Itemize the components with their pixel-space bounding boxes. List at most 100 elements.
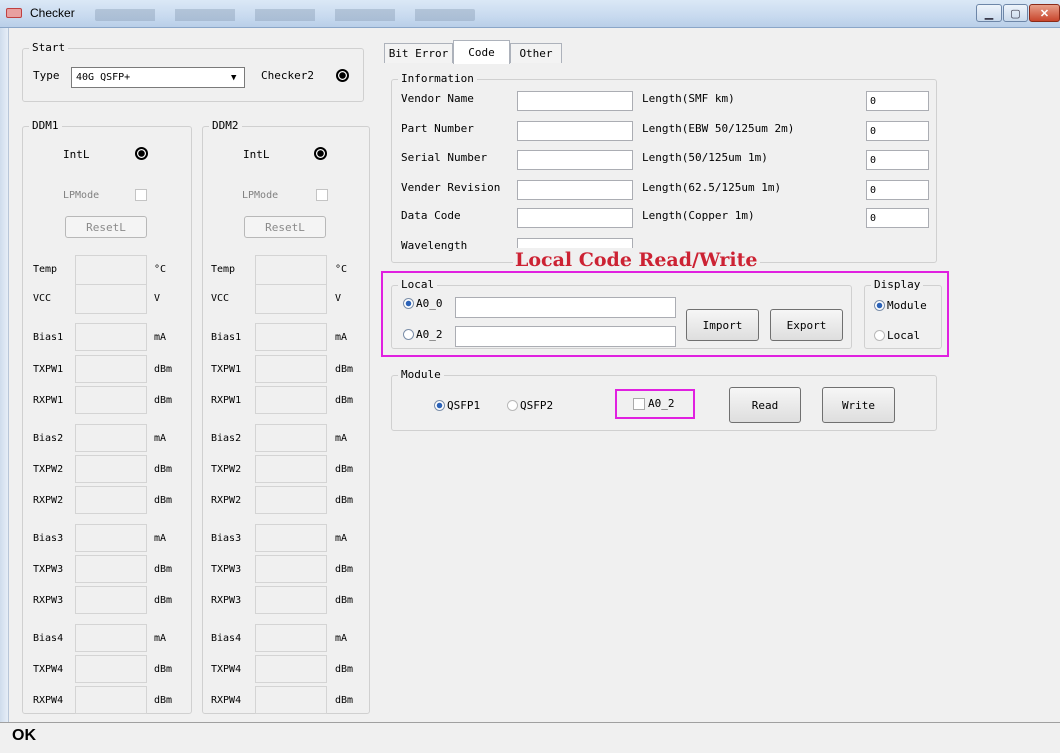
information-legend: Information: [398, 72, 477, 86]
maximize-icon: ▢: [1010, 7, 1021, 20]
ddm1-rxpw1-label: RXPW1: [33, 395, 64, 406]
close-button[interactable]: ✕: [1029, 4, 1060, 22]
write-button[interactable]: Write: [822, 387, 895, 423]
ddm1-resetl-button[interactable]: ResetL: [65, 216, 147, 238]
a0-0-radio[interactable]: [403, 298, 414, 309]
length-label-3: Length(50/125um 1m): [642, 151, 768, 164]
ddm2-resetl-button[interactable]: ResetL: [244, 216, 326, 238]
ddm1-txpw2-field: [75, 455, 147, 483]
ddm1-rxpw1-field: [75, 386, 147, 414]
qsfp1-radio[interactable]: [434, 400, 445, 411]
ddm2-rxpw2-label: RXPW2: [211, 495, 242, 506]
ddm2-bias2-unit: mA: [335, 433, 348, 444]
part-number-input[interactable]: [517, 121, 633, 141]
ddm1-txpw1-field: [75, 355, 147, 383]
ddm2-txpw3-unit: dBm: [335, 564, 354, 575]
ddm2-vcc-field: [255, 284, 327, 314]
ddm2-bias3-unit: mA: [335, 533, 348, 544]
ddm1-txpw1-label: TXPW1: [33, 364, 64, 375]
ddm1-temp-label: Temp: [33, 264, 58, 275]
read-button[interactable]: Read: [729, 387, 801, 423]
type-select[interactable]: 40G QSFP+ ▼: [71, 67, 245, 88]
ddm2-bias4-unit: mA: [335, 633, 348, 644]
ddm1-rxpw4-label: RXPW4: [33, 695, 64, 706]
length-input-3[interactable]: 0: [866, 150, 929, 170]
import-button[interactable]: Import: [686, 309, 759, 341]
ddm2-bias2-field: [255, 424, 327, 452]
qsfp2-radio[interactable]: [507, 400, 518, 411]
ddm1-temp-field: [75, 255, 147, 285]
vendor-name-input[interactable]: [517, 91, 633, 111]
a0-2-radio[interactable]: [403, 329, 414, 340]
ddm1-bias1-label: Bias1: [33, 332, 64, 343]
status-bar: [0, 722, 1060, 753]
ddm1-vcc-field: [75, 284, 147, 314]
ddm1-rxpw4-unit: dBm: [154, 695, 173, 706]
part-number-label: Part Number: [401, 122, 474, 135]
vender-revision-label: Vender Revision: [401, 181, 501, 194]
length-value-3: 0: [870, 155, 877, 166]
vendor-name-label: Vendor Name: [401, 92, 474, 105]
module-a0-2-checkbox[interactable]: [633, 398, 645, 410]
ddm2-bias2-label: Bias2: [211, 433, 242, 444]
module-legend: Module: [398, 368, 444, 382]
ddm2-rxpw4-unit: dBm: [335, 695, 354, 706]
ddm1-rxpw3-field: [75, 586, 147, 614]
checker2-indicator: [336, 69, 349, 82]
data-code-label: Data Code: [401, 209, 461, 222]
ddm1-txpw1-unit: dBm: [154, 364, 173, 375]
ddm2-txpw2-field: [255, 455, 327, 483]
ddm1-bias3-label: Bias3: [33, 533, 64, 544]
tab-code[interactable]: Code: [453, 40, 510, 64]
type-select-value: 40G QSFP+: [76, 72, 131, 83]
module-a0-2-label: A0_2: [648, 397, 675, 410]
ddm2-rxpw1-label: RXPW1: [211, 395, 242, 406]
length-label-2: Length(EBW 50/125um 2m): [642, 122, 795, 135]
chevron-down-icon: ▼: [231, 73, 237, 83]
a0-0-path-input[interactable]: [455, 297, 676, 318]
qsfp2-label: QSFP2: [520, 399, 554, 412]
length-input-5[interactable]: 0: [866, 208, 929, 228]
display-module-radio[interactable]: [874, 300, 885, 311]
annotation-title: Local Code Read/Write: [513, 248, 760, 272]
ddm1-txpw3-unit: dBm: [154, 564, 173, 575]
background-taskbar-ghost: [95, 9, 475, 21]
ddm1-txpw3-field: [75, 555, 147, 583]
length-input-1[interactable]: 0: [866, 91, 929, 111]
tab-other[interactable]: Other: [510, 43, 562, 63]
ddm1-lpmode-checkbox[interactable]: [135, 189, 147, 201]
data-code-input[interactable]: [517, 208, 633, 228]
length-input-4[interactable]: 0: [866, 180, 929, 200]
ddm1-bias3-unit: mA: [154, 533, 167, 544]
ddm2-txpw3-label: TXPW3: [211, 564, 242, 575]
minimize-button[interactable]: ▁: [976, 4, 1002, 22]
ddm1-bias4-unit: mA: [154, 633, 167, 644]
serial-number-label: Serial Number: [401, 151, 488, 164]
length-label-1: Length(SMF km): [642, 92, 735, 105]
information-group: Information: [391, 72, 937, 263]
ddm2-txpw1-unit: dBm: [335, 364, 354, 375]
window-left-edge: [0, 28, 9, 722]
ddm1-vcc-label: VCC: [33, 293, 52, 304]
ddm2-lpmode-checkbox[interactable]: [316, 189, 328, 201]
tab-bit-error[interactable]: Bit Error: [384, 43, 453, 63]
maximize-button[interactable]: ▢: [1003, 4, 1028, 22]
ddm1-rxpw4-field: [75, 686, 147, 714]
ddm1-rxpw3-label: RXPW3: [33, 595, 64, 606]
ddm1-rxpw3-unit: dBm: [154, 595, 173, 606]
ddm1-bias3-field: [75, 524, 147, 552]
a0-2-path-input[interactable]: [455, 326, 676, 347]
vender-revision-input[interactable]: [517, 180, 633, 200]
ddm2-txpw4-field: [255, 655, 327, 683]
ddm1-bias2-unit: mA: [154, 433, 167, 444]
display-local-radio[interactable]: [874, 330, 885, 341]
ddm2-bias4-label: Bias4: [211, 633, 242, 644]
serial-number-input[interactable]: [517, 150, 633, 170]
length-input-2[interactable]: 0: [866, 121, 929, 141]
length-value-5: 0: [870, 213, 877, 224]
export-button[interactable]: Export: [770, 309, 843, 341]
ddm1-txpw3-label: TXPW3: [33, 564, 64, 575]
ddm2-bias1-label: Bias1: [211, 332, 242, 343]
ddm1-txpw4-label: TXPW4: [33, 664, 64, 675]
length-value-4: 0: [870, 185, 877, 196]
